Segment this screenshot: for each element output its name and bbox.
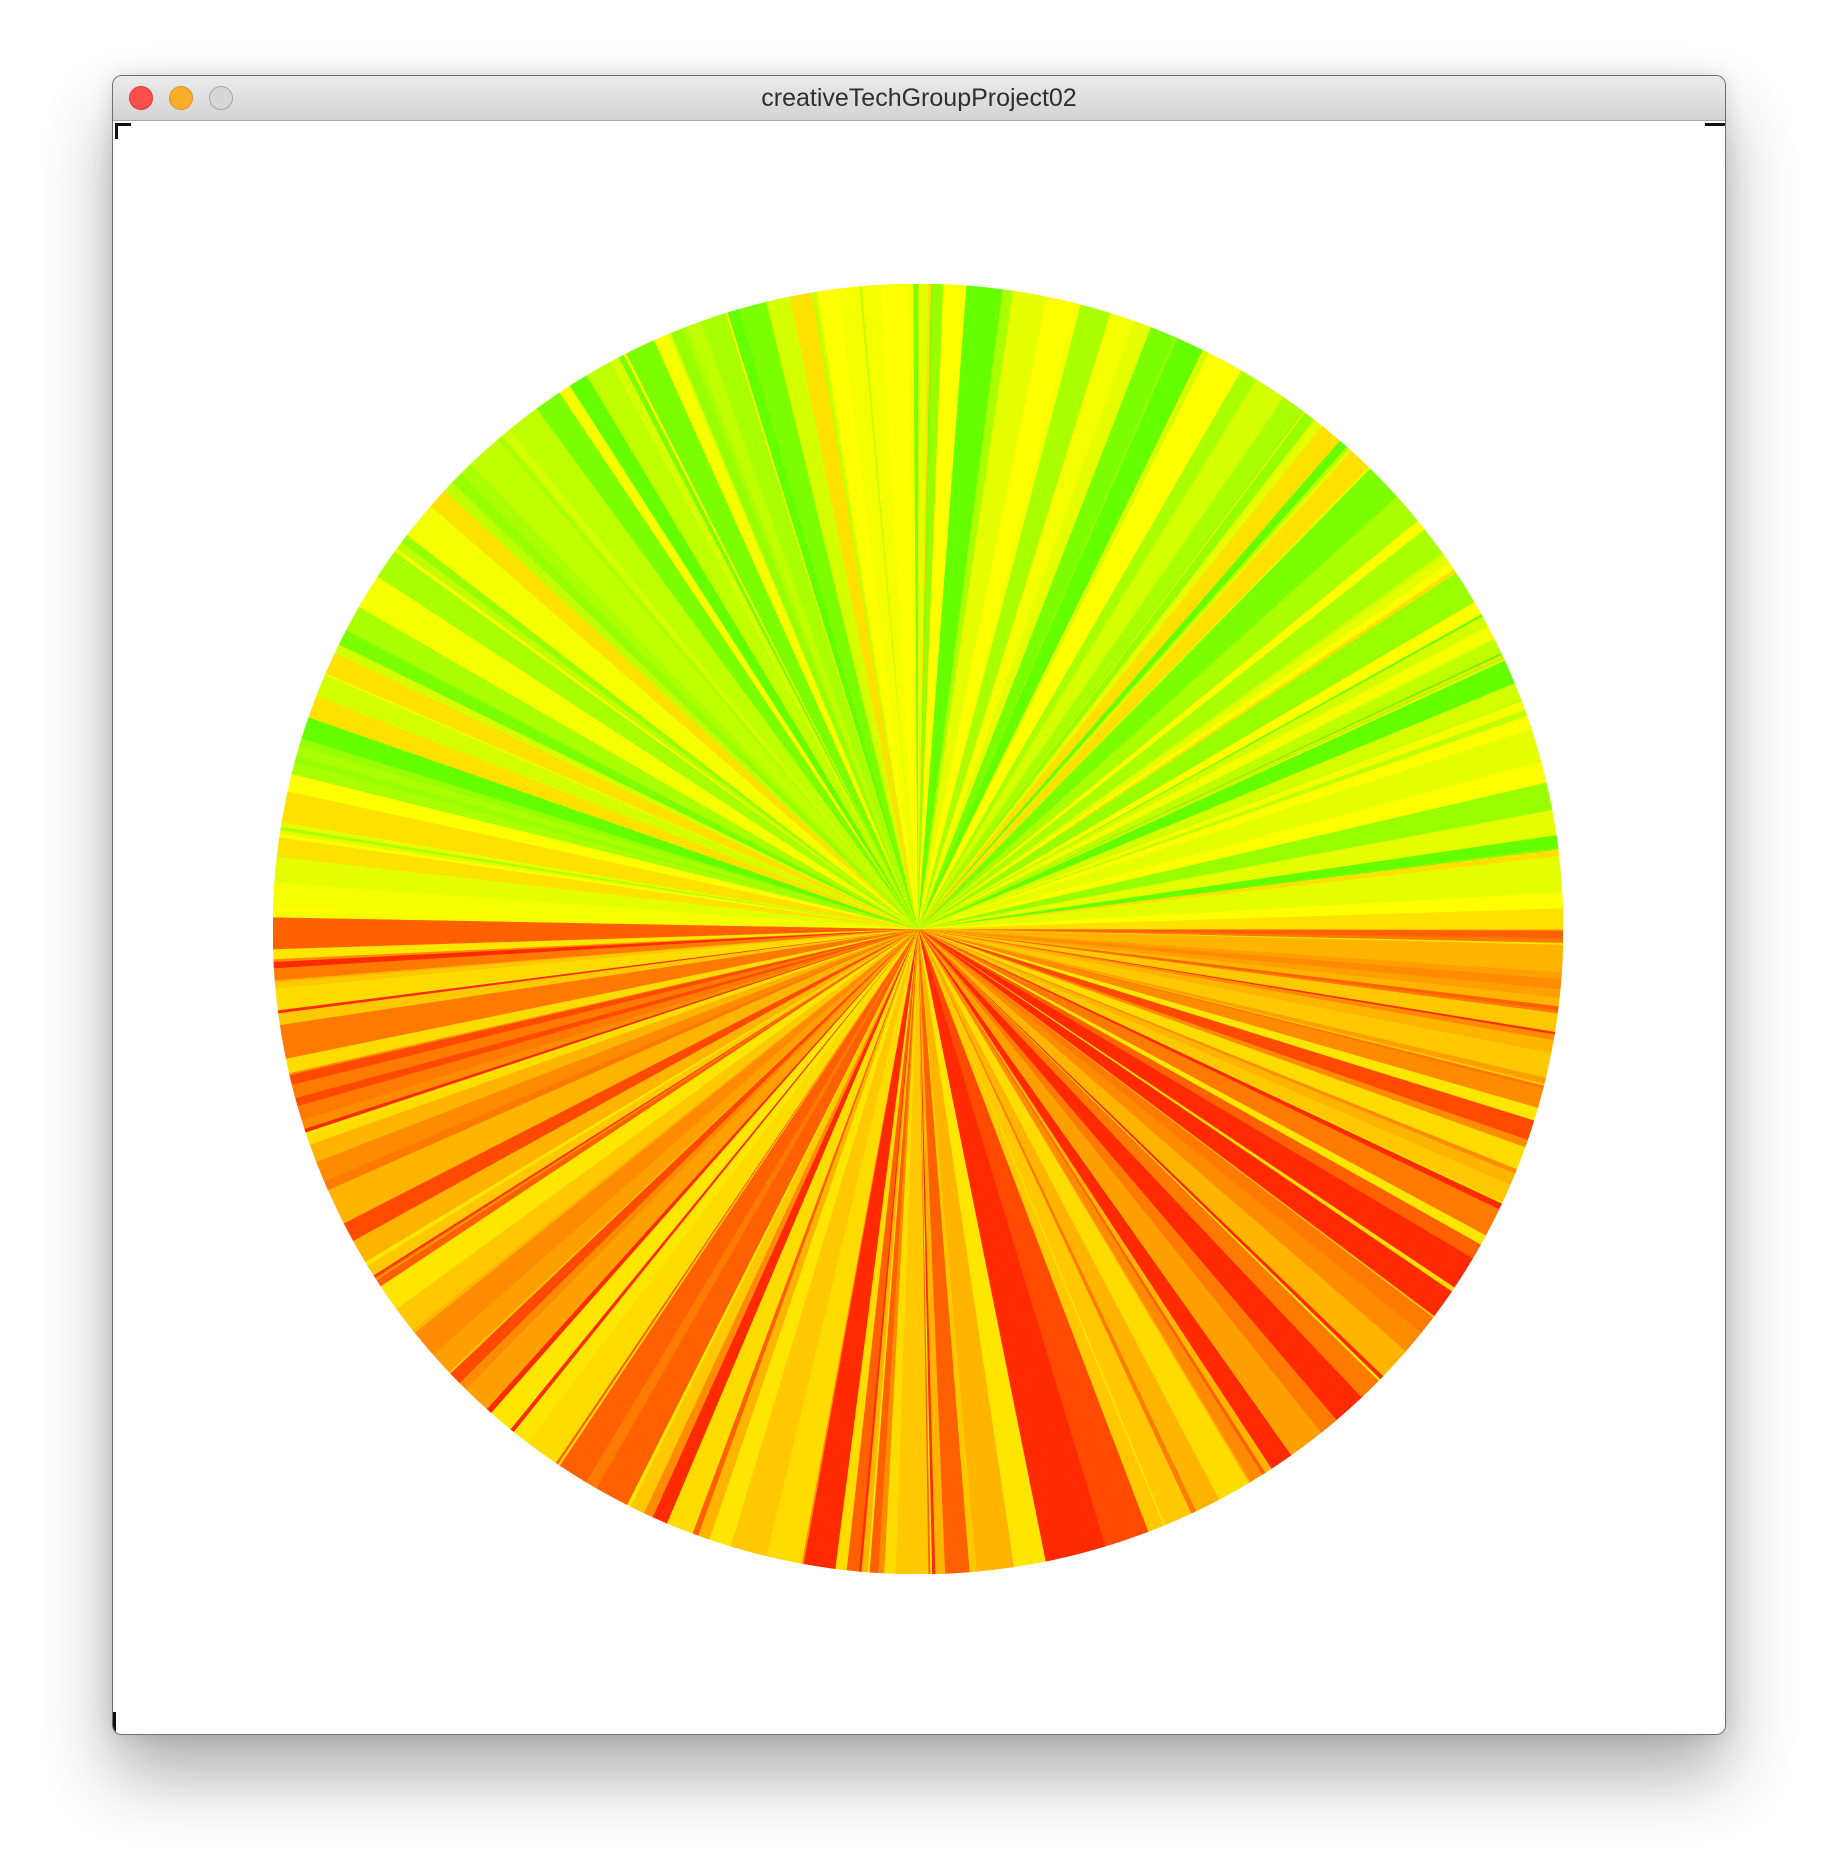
canvas-corner-mark [1705,123,1725,126]
radial-burst-circle [273,284,1563,1574]
canvas-corner-mark [115,123,131,139]
sketch-canvas[interactable] [113,121,1725,1734]
title-bar[interactable]: creativeTechGroupProject02 [113,76,1725,121]
canvas-corner-mark [113,1712,116,1732]
app-window: creativeTechGroupProject02 [112,75,1726,1735]
window-title: creativeTechGroupProject02 [761,84,1077,112]
